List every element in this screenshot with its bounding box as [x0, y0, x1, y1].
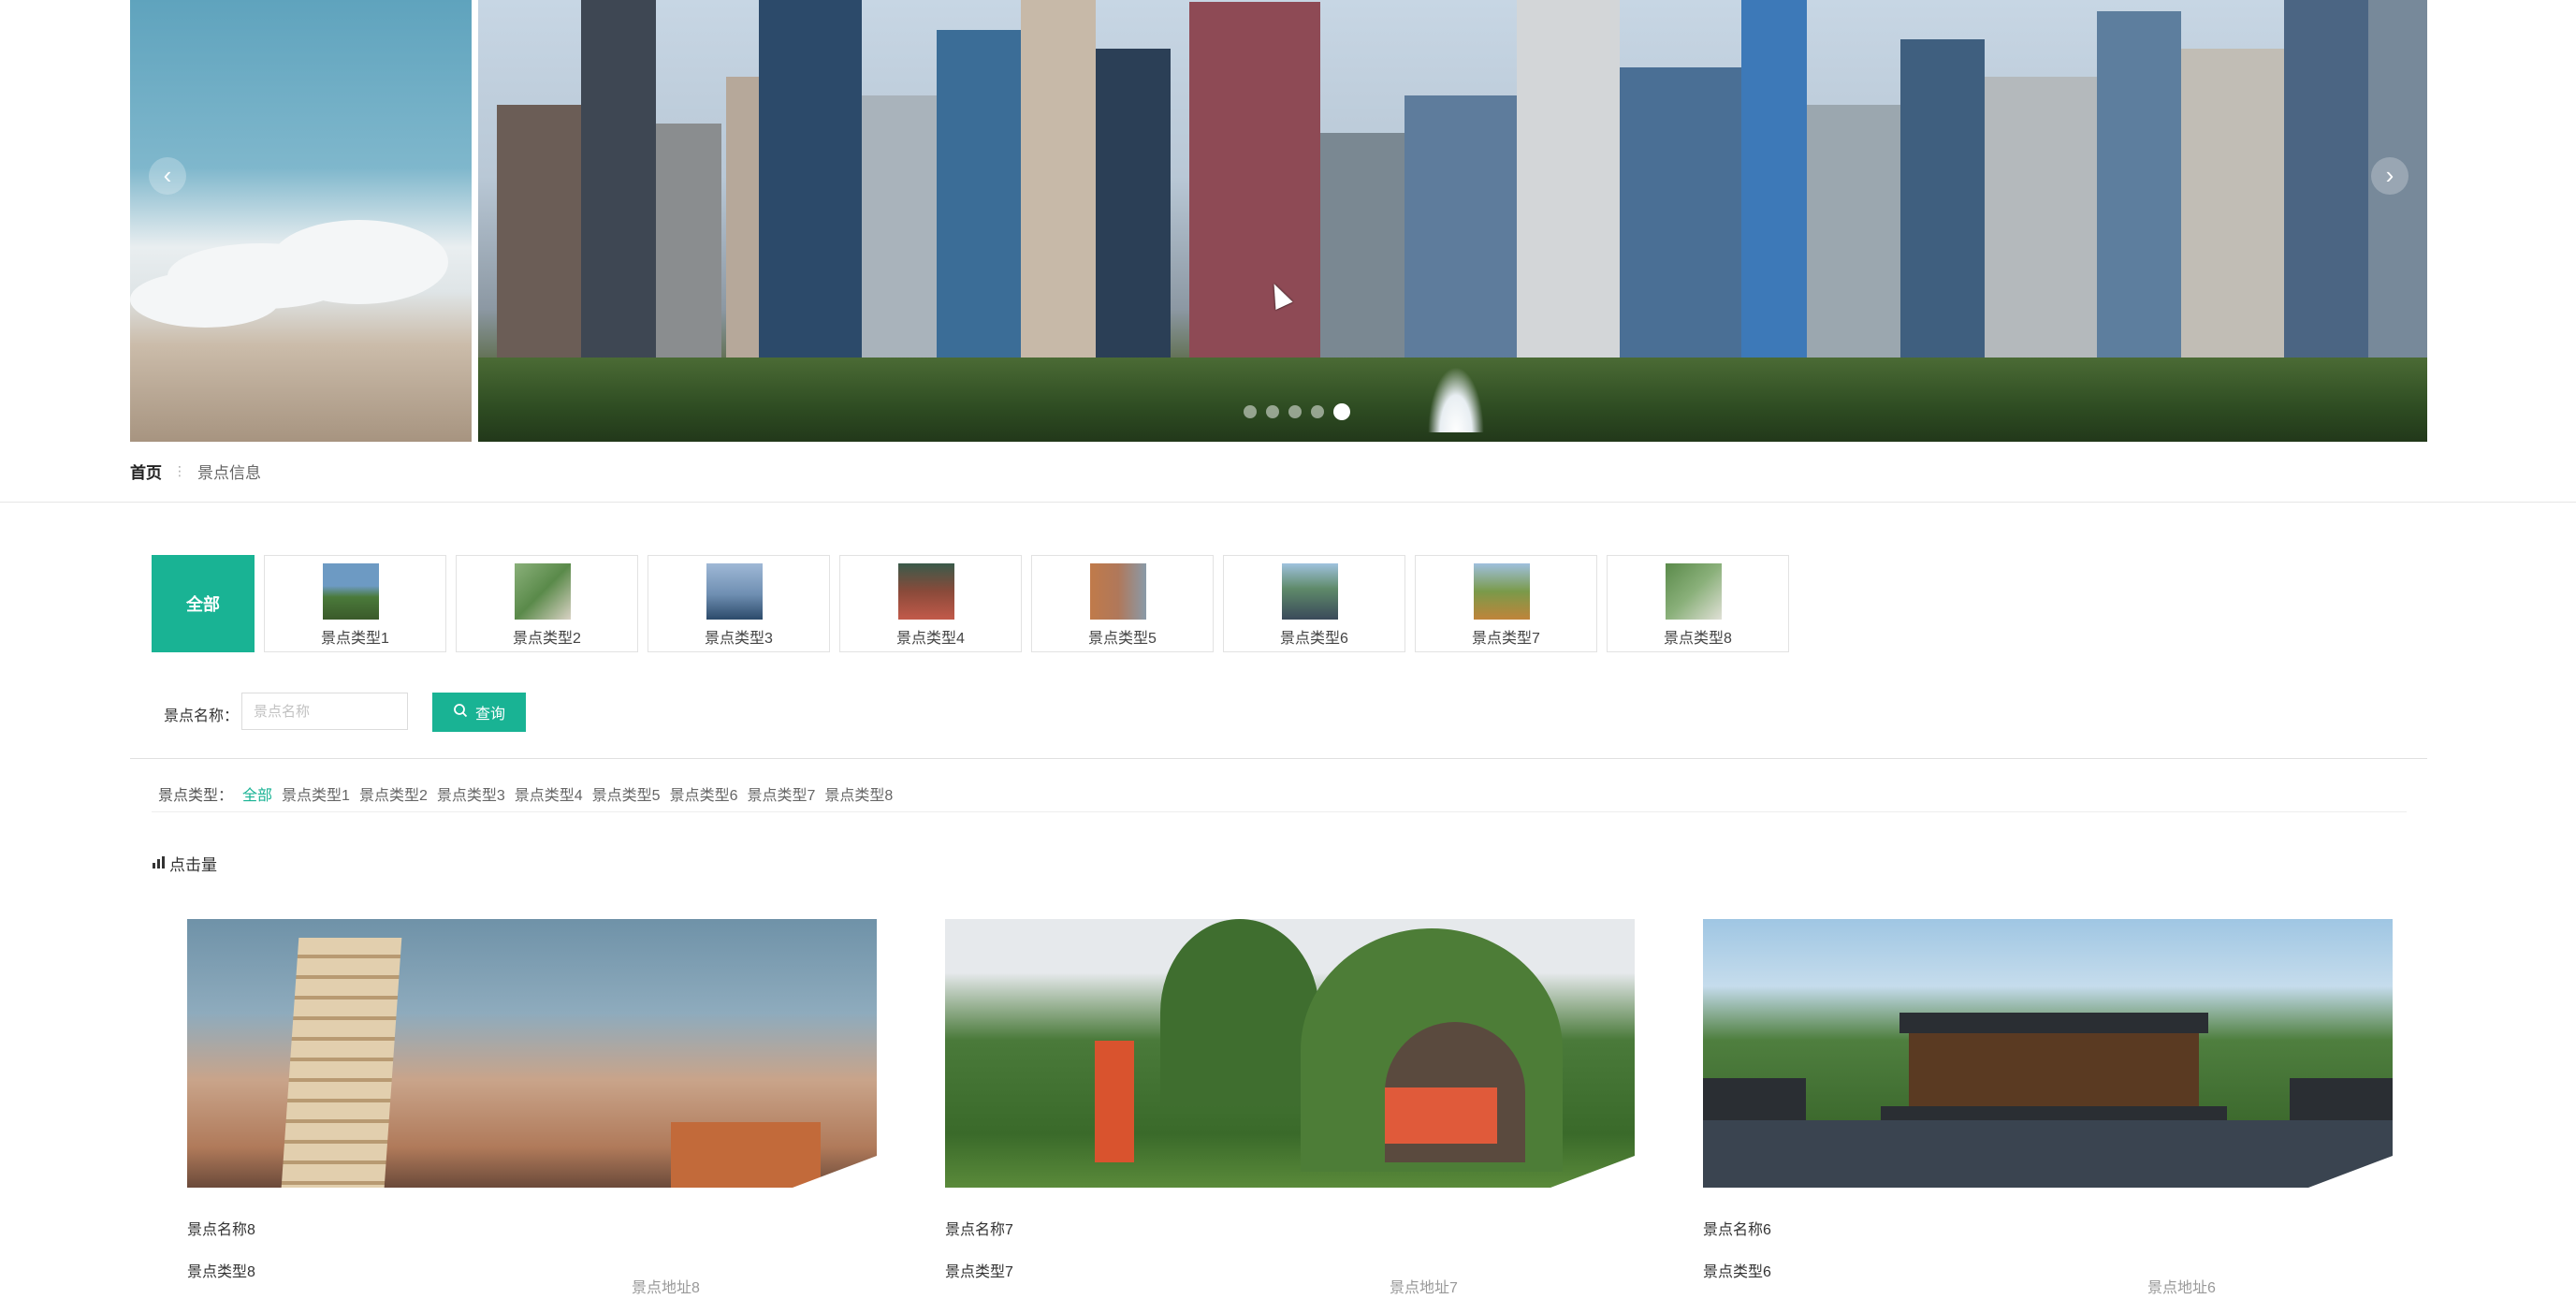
carousel-dot[interactable] [1244, 405, 1257, 418]
attraction-type: 景点类型6 [1703, 1264, 1771, 1280]
breadcrumb-separator: ⋮ [173, 463, 186, 478]
divider [152, 811, 2407, 812]
type-thumbnail-image [1666, 563, 1722, 620]
carousel-dot[interactable] [1266, 405, 1279, 418]
type-tab-label: 景点类型7 [1472, 631, 1540, 647]
type-tab[interactable]: 景点类型1 [264, 555, 446, 652]
filter-item[interactable]: 景点类型7 [747, 782, 815, 805]
search-icon [453, 703, 468, 722]
banner-carousel[interactable]: ‹ › [130, 0, 2427, 442]
breadcrumb-current: 景点信息 [197, 464, 261, 482]
search-button[interactable]: 查询 [432, 693, 526, 732]
attraction-image [945, 919, 1635, 1188]
type-tabs: 全部 景点类型1 景点类型2 景点类型3 景点类型4 景点类型5 景点类型6 景… [152, 555, 1789, 652]
attraction-image [187, 919, 877, 1188]
carousel-prev-button[interactable]: ‹ [149, 157, 186, 195]
attraction-name: 景点名称6 [1703, 1222, 1771, 1238]
filter-item[interactable]: 景点类型8 [824, 782, 893, 805]
sort-label: 点击量 [169, 856, 217, 874]
attraction-address: 景点地址8 [632, 1280, 700, 1296]
type-filter: 景点类型： 全部 景点类型1 景点类型2 景点类型3 景点类型4 景点类型5 景… [158, 782, 893, 805]
type-thumbnail-image [1090, 563, 1146, 620]
type-tab[interactable]: 景点类型6 [1223, 555, 1405, 652]
type-tab-label: 景点类型8 [1664, 631, 1732, 647]
attraction-type: 景点类型7 [945, 1264, 1013, 1280]
filter-item[interactable]: 景点类型5 [592, 782, 661, 805]
type-tab[interactable]: 景点类型5 [1031, 555, 1214, 652]
attraction-name: 景点名称7 [945, 1222, 1013, 1238]
type-tab[interactable]: 景点类型7 [1415, 555, 1597, 652]
carousel-next-button[interactable]: › [2371, 157, 2409, 195]
attraction-card[interactable]: 景点名称6 景点类型6 景点地址6 [1703, 919, 2393, 1296]
carousel-dot[interactable] [1288, 405, 1302, 418]
attraction-card[interactable]: 景点名称7 景点类型7 景点地址7 [945, 919, 1635, 1296]
breadcrumb-home-link[interactable]: 首页 [130, 460, 162, 483]
filter-item[interactable]: 景点类型1 [282, 782, 350, 805]
type-tab[interactable]: 景点类型8 [1607, 555, 1789, 652]
divider [130, 758, 2427, 759]
type-thumbnail-image [898, 563, 954, 620]
divider [0, 502, 2576, 503]
type-tab-label: 景点类型6 [1280, 631, 1348, 647]
filter-label: 景点类型： [158, 788, 234, 804]
carousel-dot-active[interactable] [1333, 403, 1350, 420]
search-button-label: 查询 [474, 707, 505, 722]
attraction-image [1703, 919, 2393, 1188]
breadcrumb: 首页 ⋮ 景点信息 [130, 460, 261, 483]
carousel-dot[interactable] [1311, 405, 1324, 418]
attraction-name: 景点名称8 [187, 1222, 255, 1238]
type-tab[interactable]: 景点类型2 [456, 555, 638, 652]
sort-by-clicks[interactable]: 点击量 [152, 852, 217, 875]
filter-item[interactable]: 景点类型3 [437, 782, 505, 805]
carousel-slide-city [478, 0, 2427, 442]
carousel-indicators [1244, 403, 1350, 420]
type-thumbnail-image [323, 563, 379, 620]
attraction-address: 景点地址7 [1390, 1280, 1458, 1296]
filter-item-all[interactable]: 全部 [242, 782, 272, 805]
type-thumbnail-image [1282, 563, 1338, 620]
search-input[interactable] [241, 693, 408, 730]
type-thumbnail-image [1474, 563, 1530, 620]
type-tab[interactable]: 景点类型3 [648, 555, 830, 652]
attraction-address: 景点地址6 [2147, 1280, 2216, 1296]
filter-item[interactable]: 景点类型6 [670, 782, 738, 805]
type-tab-label: 景点类型3 [705, 631, 773, 647]
type-tab-label: 景点类型1 [321, 631, 389, 647]
bar-chart-icon [152, 854, 167, 873]
type-tab-label: 景点类型2 [513, 631, 581, 647]
attraction-card[interactable]: 景点名称8 景点类型8 景点地址8 [187, 919, 877, 1296]
type-tab[interactable]: 景点类型4 [839, 555, 1022, 652]
type-tab-all[interactable]: 全部 [152, 555, 255, 652]
search-label: 景点名称： [164, 708, 240, 724]
type-tab-label: 景点类型5 [1088, 631, 1157, 647]
type-thumbnail-image [706, 563, 763, 620]
carousel-slide-sky [130, 0, 472, 442]
type-tab-label: 景点类型4 [896, 631, 965, 647]
type-thumbnail-image [515, 563, 571, 620]
attraction-type: 景点类型8 [187, 1264, 255, 1280]
filter-item[interactable]: 景点类型2 [359, 782, 428, 805]
filter-item[interactable]: 景点类型4 [515, 782, 583, 805]
